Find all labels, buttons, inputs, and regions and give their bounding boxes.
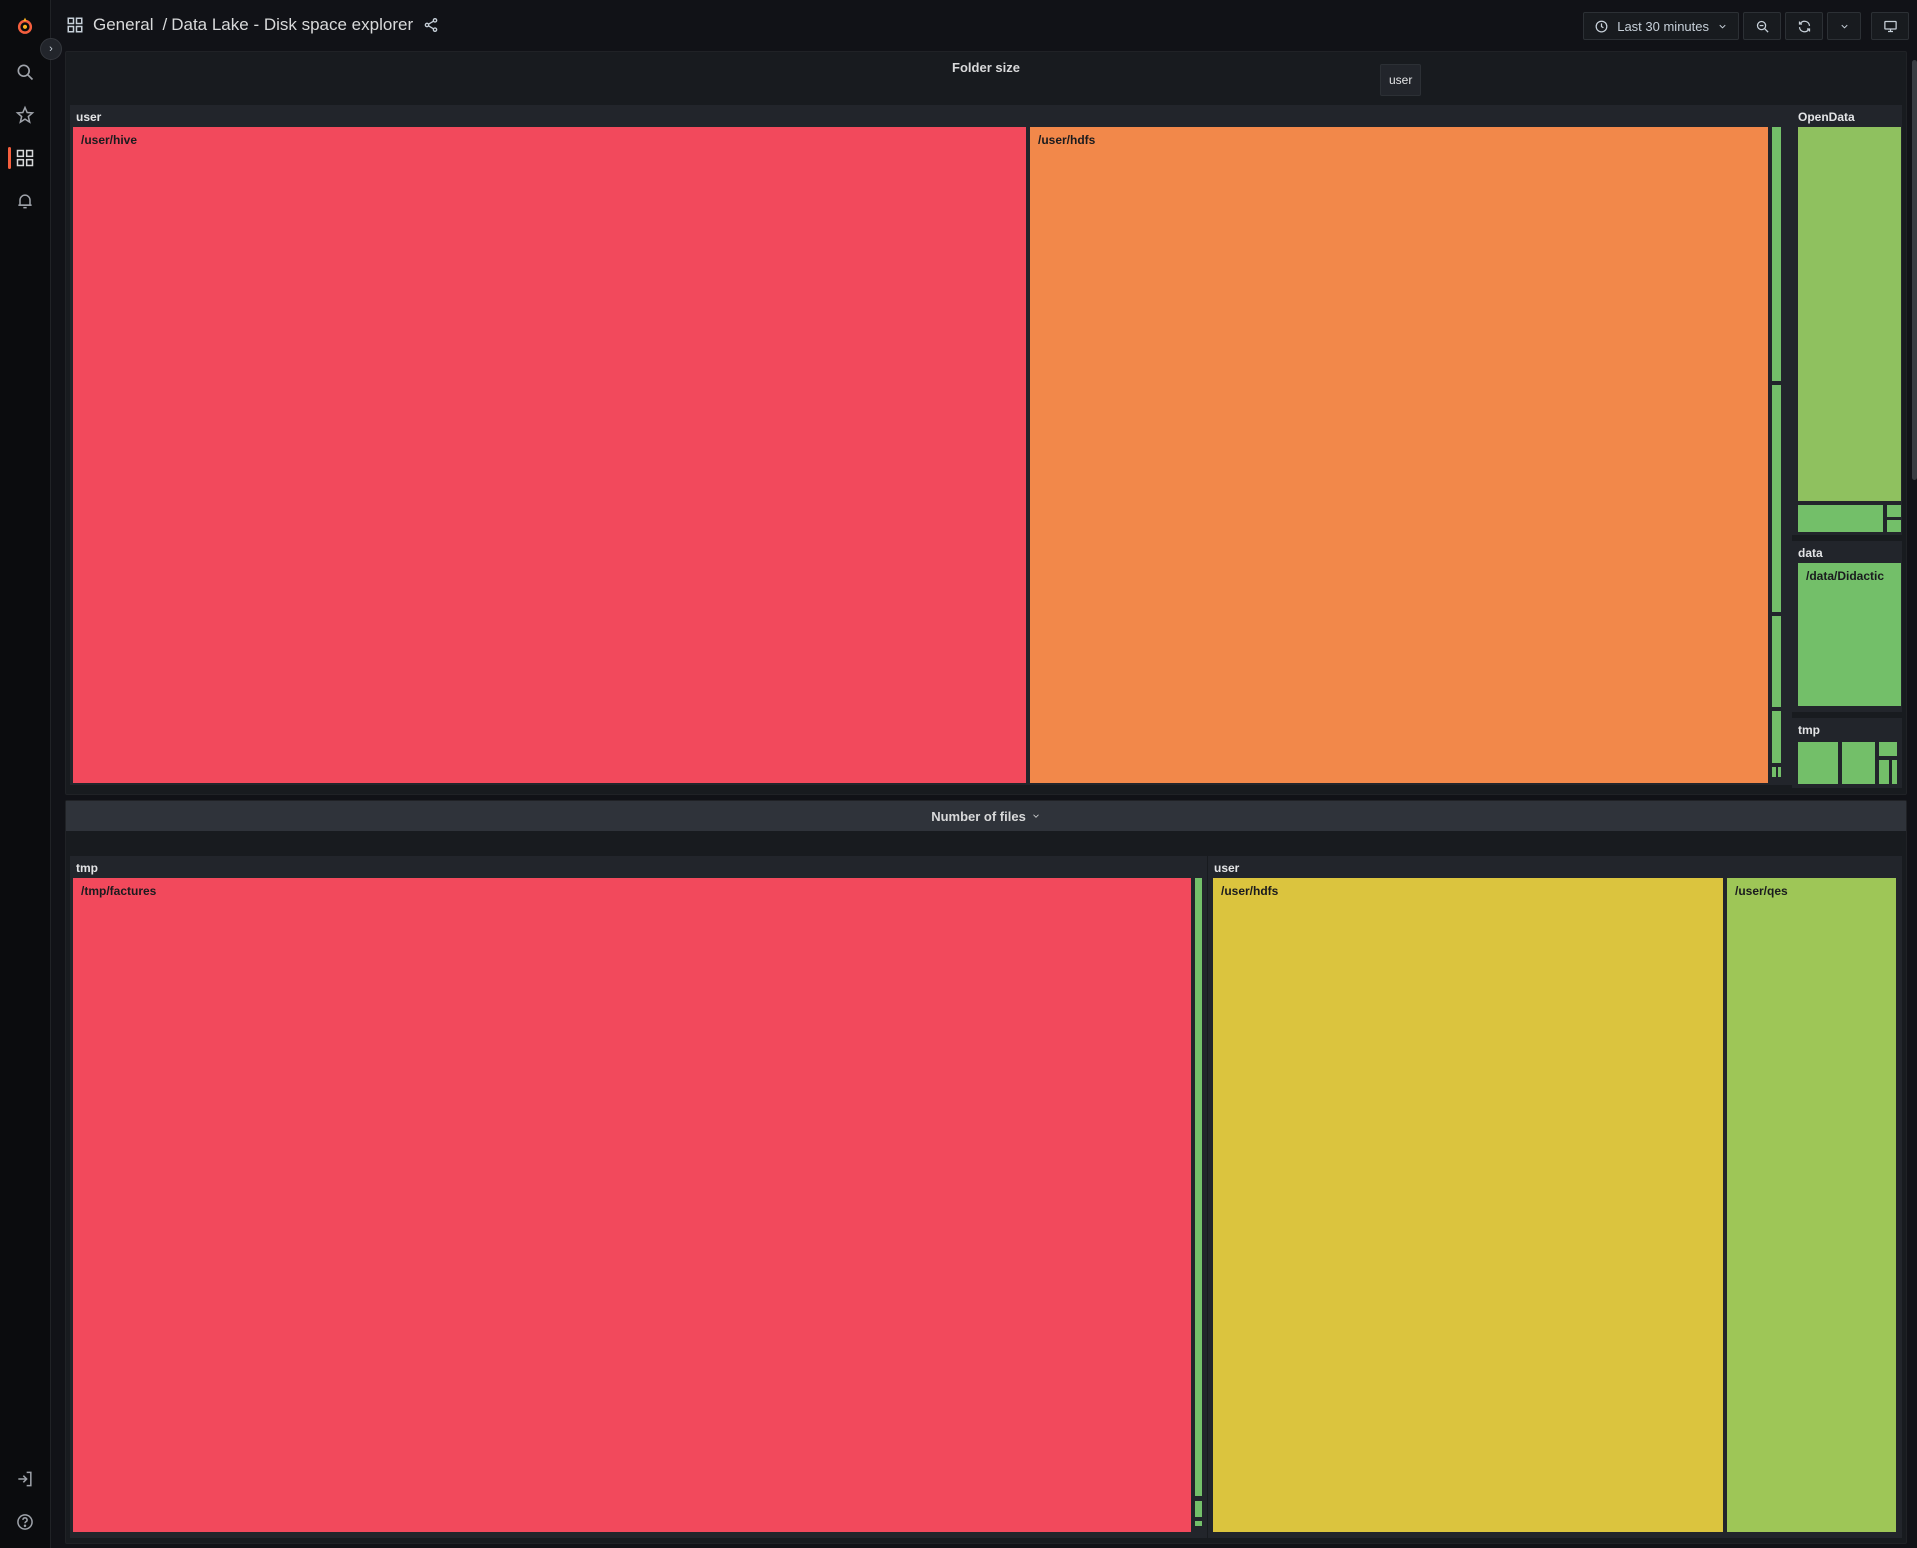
folder-size-panel: Folder size user /user/hive /user/hdfs O… bbox=[65, 51, 1907, 795]
treemap-cell-small[interactable] bbox=[1778, 767, 1781, 777]
refresh-icon bbox=[1798, 20, 1810, 32]
group-label: tmp bbox=[76, 861, 98, 875]
cell-label: /user/hdfs bbox=[1038, 133, 1096, 147]
clock-icon bbox=[1595, 20, 1608, 32]
chevron-down-icon bbox=[1719, 24, 1726, 29]
treemap-cell-user-hive[interactable]: /user/hive bbox=[73, 127, 1026, 783]
group-label: OpenData bbox=[1798, 110, 1855, 124]
time-range-label: Last 30 minutes bbox=[1617, 18, 1709, 34]
breadcrumb: General / Data Lake - Disk space explore… bbox=[66, 15, 439, 35]
treemap-cell-small[interactable] bbox=[1879, 742, 1897, 756]
zoom-out-icon bbox=[1756, 20, 1769, 33]
treemap-group-tmp[interactable]: tmp /tmp/factures bbox=[70, 856, 1207, 1538]
group-label: user bbox=[76, 110, 102, 124]
breadcrumb-separator: / bbox=[162, 15, 168, 34]
cell-label: /user/hive bbox=[81, 133, 138, 147]
treemap-cell-small[interactable] bbox=[1798, 505, 1883, 532]
treemap-group-tmp[interactable]: tmp bbox=[1792, 718, 1902, 788]
cell-label: /user/qes bbox=[1735, 884, 1788, 898]
toolbar: Last 30 minutes bbox=[1583, 12, 1909, 40]
share-icon[interactable] bbox=[423, 17, 439, 33]
treemap-cell-small[interactable] bbox=[1772, 767, 1776, 777]
help-icon[interactable] bbox=[13, 1510, 37, 1534]
treemap-cell-small[interactable] bbox=[1195, 1521, 1202, 1526]
treemap-cell-small[interactable] bbox=[1772, 616, 1781, 707]
group-label: data bbox=[1798, 546, 1823, 560]
treemap-group-user[interactable]: user /user/hdfs /user/qes bbox=[1208, 856, 1902, 1538]
treemap-group-opendata[interactable]: OpenData bbox=[1792, 105, 1902, 535]
panel-title-menu[interactable]: Number of files bbox=[66, 801, 1906, 831]
panel-title[interactable]: Folder size bbox=[66, 52, 1906, 82]
treemap-cell-small[interactable] bbox=[1887, 520, 1901, 532]
treemap-cell-small[interactable] bbox=[1772, 127, 1781, 381]
treemap-cell-small[interactable] bbox=[1195, 878, 1202, 1496]
time-picker-button[interactable]: Last 30 minutes bbox=[1583, 12, 1739, 40]
breadcrumb-section[interactable]: General bbox=[93, 15, 153, 35]
treemap-cell-user-hdfs[interactable]: /user/hdfs bbox=[1213, 878, 1723, 1532]
treemap-cell-user-hdfs[interactable]: /user/hdfs bbox=[1030, 127, 1768, 783]
sidebar bbox=[0, 0, 51, 1548]
treemap-cell-user-qes[interactable]: /user/qes bbox=[1727, 878, 1896, 1532]
bell-icon[interactable] bbox=[13, 189, 37, 213]
treemap-group-user[interactable]: user /user/hive /user/hdfs bbox=[70, 105, 1792, 785]
treemap-group-data[interactable]: data /data/Didactic bbox=[1792, 541, 1902, 712]
number-of-files-panel: Number of files tmp /tmp/factures user /… bbox=[65, 800, 1907, 1544]
treemap-cell-opendata-main[interactable] bbox=[1798, 127, 1901, 501]
cell-label: /user/hdfs bbox=[1221, 884, 1279, 898]
chevron-down-icon bbox=[1840, 24, 1848, 29]
active-indicator bbox=[8, 147, 11, 169]
treemap-cell-data-didactic[interactable]: /data/Didactic bbox=[1798, 563, 1901, 706]
dashboard-grid-icon bbox=[67, 17, 83, 33]
treemap-cell-small[interactable] bbox=[1842, 742, 1875, 784]
panel-title: Number of files bbox=[931, 808, 1026, 824]
treemap-cell-tmp-factures[interactable]: /tmp/factures bbox=[73, 878, 1191, 1532]
treemap-cell-small[interactable] bbox=[1195, 1501, 1202, 1517]
treemap-cell-small[interactable] bbox=[1887, 505, 1901, 517]
monitor-icon bbox=[1883, 20, 1897, 32]
grafana-logo-icon[interactable] bbox=[13, 14, 37, 38]
treemap-cell-small[interactable] bbox=[1879, 760, 1889, 784]
cell-label: /data/Didactic bbox=[1806, 569, 1885, 583]
tv-mode-button[interactable] bbox=[1871, 12, 1909, 40]
treemap-cell-small[interactable] bbox=[1772, 385, 1781, 612]
group-label: tmp bbox=[1798, 723, 1820, 737]
chevron-down-icon bbox=[1033, 814, 1039, 818]
search-icon[interactable] bbox=[13, 60, 37, 84]
group-label: user bbox=[1214, 861, 1240, 875]
treemap-cell-small[interactable] bbox=[1798, 742, 1838, 784]
refresh-interval-button[interactable] bbox=[1827, 12, 1861, 40]
zoom-out-button[interactable] bbox=[1743, 12, 1781, 40]
refresh-button[interactable] bbox=[1785, 12, 1823, 40]
page-title: Data Lake - Disk space explorer bbox=[171, 15, 414, 34]
treemap-tooltip: user bbox=[1380, 64, 1422, 96]
sign-in-icon[interactable] bbox=[13, 1467, 37, 1491]
treemap-cell-small[interactable] bbox=[1772, 711, 1781, 763]
cell-label: /tmp/factures bbox=[81, 884, 157, 898]
page-scrollbar[interactable] bbox=[1912, 60, 1917, 480]
dashboards-icon[interactable] bbox=[13, 146, 37, 170]
treemap-cell-small[interactable] bbox=[1892, 760, 1897, 784]
star-icon[interactable] bbox=[13, 103, 37, 127]
